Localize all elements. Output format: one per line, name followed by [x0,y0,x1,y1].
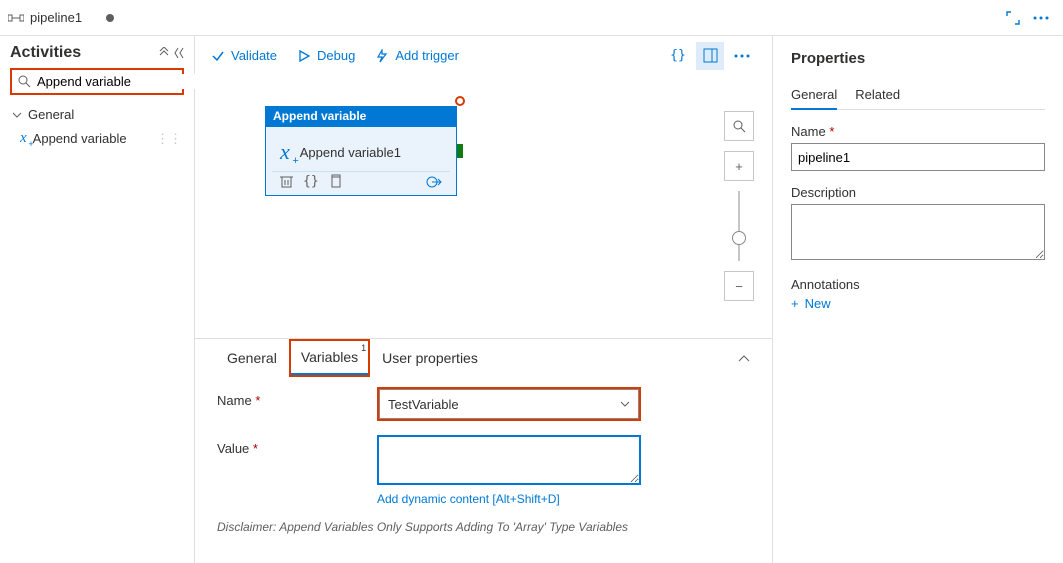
zoom-thumb[interactable] [732,231,746,245]
variable-value-label: Value * [217,435,377,456]
tab-user-properties[interactable]: User properties [372,342,488,374]
collapse-all-icon[interactable] [158,47,170,59]
variable-value-input[interactable] [377,435,641,485]
pipeline-canvas[interactable]: Append variable x+ Append variable1 {} [195,76,772,338]
activity-node-append-variable[interactable]: Append variable x+ Append variable1 {} [265,106,457,196]
pipeline-name-input[interactable] [791,143,1045,171]
activities-search-input[interactable] [37,74,213,89]
disclaimer-text: Disclaimer: Append Variables Only Suppor… [217,520,750,534]
activities-group-general[interactable]: General [10,103,184,126]
drag-handle-icon[interactable]: ⋮⋮ [156,131,182,147]
chevron-left-icon[interactable] [174,47,184,59]
canvas-toolbar: Validate Debug Add trigger {} [195,36,772,76]
plus-icon: + [791,296,799,311]
expand-icon[interactable] [999,4,1027,32]
activity-item-label: Append variable [33,131,127,146]
tab-badge: 1 [361,343,366,353]
validate-button[interactable]: Validate [211,48,277,63]
add-annotation-button[interactable]: + New [791,296,1045,311]
add-dynamic-content-link[interactable]: Add dynamic content [Alt+Shift+D] [377,492,641,506]
group-label: General [28,107,74,122]
properties-panel: Properties General Related Name * Descri… [773,36,1063,563]
zoom-slider[interactable] [738,191,740,261]
node-title: Append variable1 [300,145,401,160]
copy-icon[interactable] [329,174,342,189]
more-icon[interactable] [1027,4,1055,32]
variable-x-icon: x+ [280,139,290,165]
unsaved-dot-icon [106,14,114,22]
tab-general[interactable]: General [217,342,287,374]
chevron-down-icon [620,400,630,408]
zoom-out-button[interactable]: − [724,271,754,301]
debug-button[interactable]: Debug [297,48,355,63]
variable-name-label: Name * [217,387,377,408]
tab-variables[interactable]: Variables1 [291,341,368,375]
add-trigger-button[interactable]: Add trigger [375,48,459,63]
properties-title: Properties [791,50,1045,67]
node-header: Append variable [265,106,457,126]
activity-details-panel: General Variables1 User properties Name … [195,338,772,563]
tab-title[interactable]: pipeline1 [30,10,82,25]
activities-panel: Activities General x+ Append variable ⋮⋮ [0,36,195,563]
variable-name-select[interactable]: TestVariable [379,389,639,419]
annotations-label: Annotations [791,277,1045,292]
delete-icon[interactable] [280,174,293,189]
properties-toggle-button[interactable] [696,42,724,70]
validation-error-icon [455,96,465,106]
pipeline-description-label: Description [791,185,1045,200]
code-view-button[interactable]: {} [664,42,692,70]
activities-title: Activities [10,44,81,62]
activities-search[interactable] [10,68,184,95]
fit-view-button[interactable] [724,111,754,141]
pipeline-description-input[interactable] [791,204,1045,260]
variable-x-icon: x+ [20,130,27,147]
pipeline-icon [8,10,24,26]
variable-name-value: TestVariable [388,397,459,412]
connector-handle[interactable] [457,144,463,158]
zoom-controls: + − [724,111,754,301]
properties-tab-general[interactable]: General [791,81,837,110]
toolbar-more-button[interactable] [728,42,756,70]
pipeline-name-label: Name * [791,124,1045,139]
search-icon [18,75,31,88]
properties-tab-related[interactable]: Related [855,81,900,109]
editor-tab-bar: pipeline1 [0,0,1063,36]
activity-item-append-variable[interactable]: x+ Append variable ⋮⋮ [10,126,184,151]
arrow-out-icon[interactable] [426,175,442,189]
chevron-down-icon [12,110,22,120]
code-icon[interactable]: {} [303,174,319,189]
collapse-panel-icon[interactable] [738,354,750,362]
zoom-in-button[interactable]: + [724,151,754,181]
